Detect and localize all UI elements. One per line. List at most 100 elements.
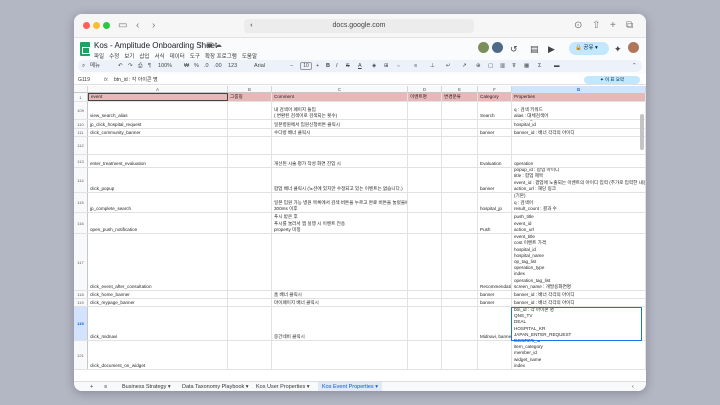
change-type-cell[interactable] [442, 155, 478, 167]
comment-cell[interactable]: 푸시 받은 후 푸시를 눌러서 앱 실행 시 이벤트 전송 property 미정 [272, 213, 408, 233]
tab-business-strategy[interactable]: Business Strategy ▾ [122, 382, 171, 391]
comment-cell[interactable] [272, 234, 408, 290]
row-number[interactable]: 111 [74, 129, 88, 136]
category-cell[interactable] [478, 341, 512, 369]
collapse-toolbar-icon[interactable]: ⌃ [632, 60, 637, 72]
row-number[interactable]: 110 [74, 120, 88, 128]
menu-view[interactable]: 보기 [124, 52, 134, 60]
all-sheets-icon[interactable]: ≡ [104, 382, 107, 391]
add-sheet-icon[interactable]: + [90, 382, 93, 391]
tab-overview-icon[interactable]: ⧉ [626, 19, 633, 33]
comment-cell[interactable]: 중간네비 클릭시 [272, 307, 408, 340]
header-cell-grouping[interactable]: 그룹핑 [228, 93, 272, 101]
column-header-f[interactable]: F [478, 86, 512, 93]
change-type-cell[interactable] [442, 168, 478, 192]
grouping-cell[interactable] [228, 193, 272, 212]
print-icon[interactable]: ⎙ [138, 60, 142, 72]
share-button[interactable]: 🔒 공유 ▾ [569, 42, 609, 55]
header-cell-event-name[interactable]: 이벤트명 [408, 93, 442, 101]
column-header-b[interactable]: B [228, 86, 272, 93]
header-cell-event[interactable]: event [88, 93, 228, 101]
row-number[interactable]: 112 [74, 137, 88, 154]
category-cell[interactable]: Midnavi, banner [478, 307, 512, 340]
merge-cells-icon[interactable]: ⇔ [396, 60, 402, 72]
minimize-window-button[interactable] [93, 22, 100, 29]
comment-cell[interactable] [272, 137, 408, 154]
comment-cell[interactable]: 일본 입원 가능 병원 목록에서 검색 버튼을 누르고 완료 버튼을 눌렀을때의… [272, 193, 408, 212]
search-menus-input[interactable]: 메뉴 [90, 60, 100, 72]
category-cell[interactable]: Search [478, 102, 512, 119]
tab-kos-event-properties[interactable]: Kos Event Properties ▾ [318, 382, 382, 391]
back-icon[interactable]: ‹ [136, 19, 139, 33]
column-header-a[interactable]: A [88, 86, 228, 93]
vertical-align-icon[interactable]: ⊥ [430, 60, 435, 72]
event-cell[interactable]: click_event_after_consultation [88, 234, 228, 290]
text-wrap-icon[interactable]: ↵ [446, 60, 451, 72]
insert-link-icon[interactable]: ⊕ [476, 60, 481, 72]
history-icon[interactable]: ↺ [510, 43, 518, 55]
category-cell[interactable]: banner [478, 299, 512, 306]
grouping-cell[interactable] [228, 299, 272, 306]
tab-kos-user-properties[interactable]: Kos User Properties ▾ [256, 382, 310, 391]
event-name-cell[interactable] [408, 234, 442, 290]
text-rotation-icon[interactable]: ↗ [462, 60, 467, 72]
event-cell[interactable]: jp_complete_search [88, 193, 228, 212]
change-type-cell[interactable] [442, 234, 478, 290]
row-number[interactable]: 116 [74, 213, 88, 233]
category-cell[interactable]: banner [478, 129, 512, 136]
download-icon[interactable]: ⊙ [574, 19, 582, 33]
change-type-cell[interactable] [442, 193, 478, 212]
change-type-cell[interactable] [442, 102, 478, 119]
comment-icon[interactable]: ▤ [530, 43, 539, 55]
menu-data[interactable]: 데이터 [170, 52, 185, 60]
event-cell[interactable]: click_popup [88, 168, 228, 192]
cloud-status-icon[interactable]: ☁ [215, 42, 222, 49]
properties-cell[interactable]: btn_id : 각 아이콘 명 QNS_TV DEAL HOSPITAL_KR JAP… [512, 307, 646, 340]
comment-cell[interactable]: 홈 배너 클릭시 [272, 291, 408, 298]
star-icon[interactable]: ☆ [198, 42, 204, 49]
address-bar[interactable]: ◐ docs.google.com [244, 19, 474, 33]
number-format[interactable]: 123 [228, 60, 237, 72]
move-folder-icon[interactable]: ▣ [206, 42, 213, 49]
borders-icon[interactable]: ⊞ [384, 60, 389, 72]
increase-decimal[interactable]: .00 [214, 60, 222, 72]
event-cell[interactable]: click_document_on_widget [88, 341, 228, 369]
font-size-input[interactable]: 10 [300, 62, 312, 70]
fill-color-icon[interactable]: ◈ [372, 60, 376, 72]
event-name-cell[interactable] [408, 307, 442, 340]
event-cell[interactable]: click_mypage_banner [88, 299, 228, 306]
grouping-cell[interactable] [228, 213, 272, 233]
comment-cell[interactable]: 개선된 시술 평가 작성 화면 진입 시 [272, 155, 408, 167]
menu-help[interactable]: 도움말 [242, 52, 257, 60]
event-name-cell[interactable] [408, 129, 442, 136]
grouping-cell[interactable] [228, 155, 272, 167]
sheets-logo-icon[interactable] [80, 42, 90, 56]
comment-cell[interactable]: 일본병원에서 입원신청버튼 클릭시 [272, 120, 408, 128]
functions-icon[interactable]: Σ [538, 60, 541, 72]
share-page-icon[interactable]: ⇧ [592, 19, 600, 33]
color-scheme-icon[interactable]: ▬ [554, 60, 560, 72]
account-avatar[interactable] [628, 42, 639, 53]
change-type-cell[interactable] [442, 120, 478, 128]
event-cell[interactable]: click_midnavi [88, 307, 228, 340]
comment-cell[interactable]: 팝업 배너 클릭시 (노션에 있지만 수정되고 있는 이벤트는 없습니다.) [272, 168, 408, 192]
category-cell[interactable]: Push [478, 213, 512, 233]
grouping-cell[interactable] [228, 168, 272, 192]
filter-views-icon[interactable]: ▦ [524, 60, 529, 72]
grouping-cell[interactable] [228, 234, 272, 290]
redo-icon[interactable]: ↷ [128, 60, 133, 72]
menu-insert[interactable]: 삽입 [139, 52, 149, 60]
currency-format[interactable]: ₩ [184, 60, 189, 72]
column-header-g[interactable]: G [512, 86, 646, 93]
grouping-cell[interactable] [228, 307, 272, 340]
header-cell-properties[interactable]: Properties [512, 93, 646, 101]
search-menus-icon[interactable]: ⌕ [82, 60, 85, 72]
grouping-cell[interactable] [228, 120, 272, 128]
event-cell[interactable]: view_search_alias [88, 102, 228, 119]
zoom-select[interactable]: 100% [158, 60, 172, 72]
column-header-e[interactable]: E [442, 86, 478, 93]
properties-cell[interactable] [512, 137, 646, 154]
tab-data-taxonomy-playbook[interactable]: Data Taxonomy Playbook ▾ [182, 382, 249, 391]
properties-cell[interactable]: event_idevent_titlecost 이벤트 가격hospital_i… [512, 234, 646, 290]
row-number[interactable]: 119 [74, 299, 88, 306]
